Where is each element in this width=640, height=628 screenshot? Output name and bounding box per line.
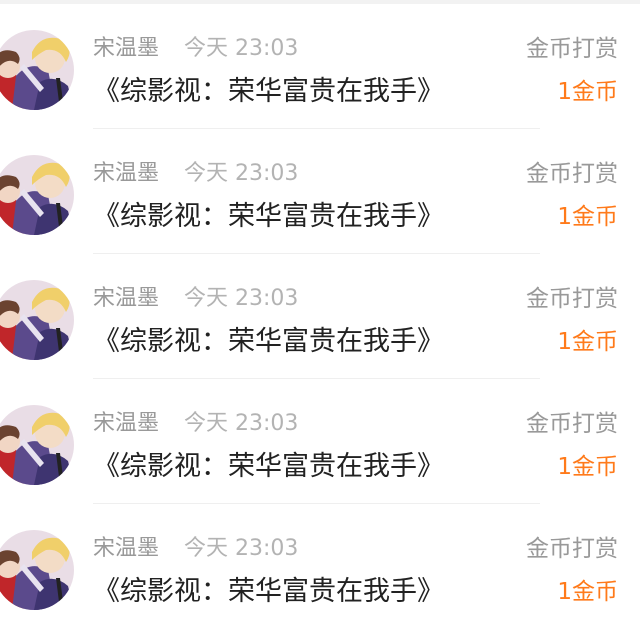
timestamp: 今天 23:03 bbox=[184, 286, 299, 311]
list-item[interactable]: 宋温墨 今天 23:03 《综影视：荣华富贵在我手》 金币打赏 1金币 bbox=[0, 504, 640, 628]
username[interactable]: 宋温墨 bbox=[93, 534, 159, 564]
list-item[interactable]: 宋温墨 今天 23:03 《综影视：荣华富贵在我手》 金币打赏 1金币 bbox=[0, 379, 640, 504]
anime-avatar-icon[interactable] bbox=[0, 405, 74, 485]
reward-type-label: 金币打赏 bbox=[526, 411, 618, 437]
username[interactable]: 宋温墨 bbox=[93, 409, 159, 439]
username[interactable]: 宋温墨 bbox=[93, 159, 159, 189]
timestamp: 今天 23:03 bbox=[184, 411, 299, 436]
list-item[interactable]: 宋温墨 今天 23:03 《综影视：荣华富贵在我手》 金币打赏 1金币 bbox=[0, 129, 640, 254]
book-title[interactable]: 《综影视：荣华富贵在我手》 bbox=[93, 574, 444, 610]
username[interactable]: 宋温墨 bbox=[93, 284, 159, 314]
reward-amount: 1金币 bbox=[557, 329, 618, 355]
anime-avatar-icon[interactable] bbox=[0, 280, 74, 360]
list-item[interactable]: 宋温墨 今天 23:03 《综影视：荣华富贵在我手》 金币打赏 1金币 bbox=[0, 254, 640, 379]
timestamp: 今天 23:03 bbox=[184, 161, 299, 186]
anime-avatar-icon[interactable] bbox=[0, 30, 74, 110]
reward-list: 宋温墨 今天 23:03 《综影视：荣华富贵在我手》 金币打赏 1金币 宋温墨 … bbox=[0, 0, 640, 628]
book-title[interactable]: 《综影视：荣华富贵在我手》 bbox=[93, 74, 444, 110]
timestamp: 今天 23:03 bbox=[184, 536, 299, 561]
reward-amount: 1金币 bbox=[557, 204, 618, 230]
username[interactable]: 宋温墨 bbox=[93, 34, 159, 64]
book-title[interactable]: 《综影视：荣华富贵在我手》 bbox=[93, 449, 444, 485]
book-title[interactable]: 《综影视：荣华富贵在我手》 bbox=[93, 324, 444, 360]
list-item[interactable]: 宋温墨 今天 23:03 《综影视：荣华富贵在我手》 金币打赏 1金币 bbox=[0, 4, 640, 129]
anime-avatar-icon[interactable] bbox=[0, 155, 74, 235]
reward-type-label: 金币打赏 bbox=[526, 286, 618, 312]
book-title[interactable]: 《综影视：荣华富贵在我手》 bbox=[93, 199, 444, 235]
reward-type-label: 金币打赏 bbox=[526, 36, 618, 62]
timestamp: 今天 23:03 bbox=[184, 36, 299, 61]
reward-amount: 1金币 bbox=[557, 579, 618, 605]
reward-amount: 1金币 bbox=[557, 79, 618, 105]
reward-amount: 1金币 bbox=[557, 454, 618, 480]
anime-avatar-icon[interactable] bbox=[0, 530, 74, 610]
reward-type-label: 金币打赏 bbox=[526, 161, 618, 187]
reward-type-label: 金币打赏 bbox=[526, 536, 618, 562]
